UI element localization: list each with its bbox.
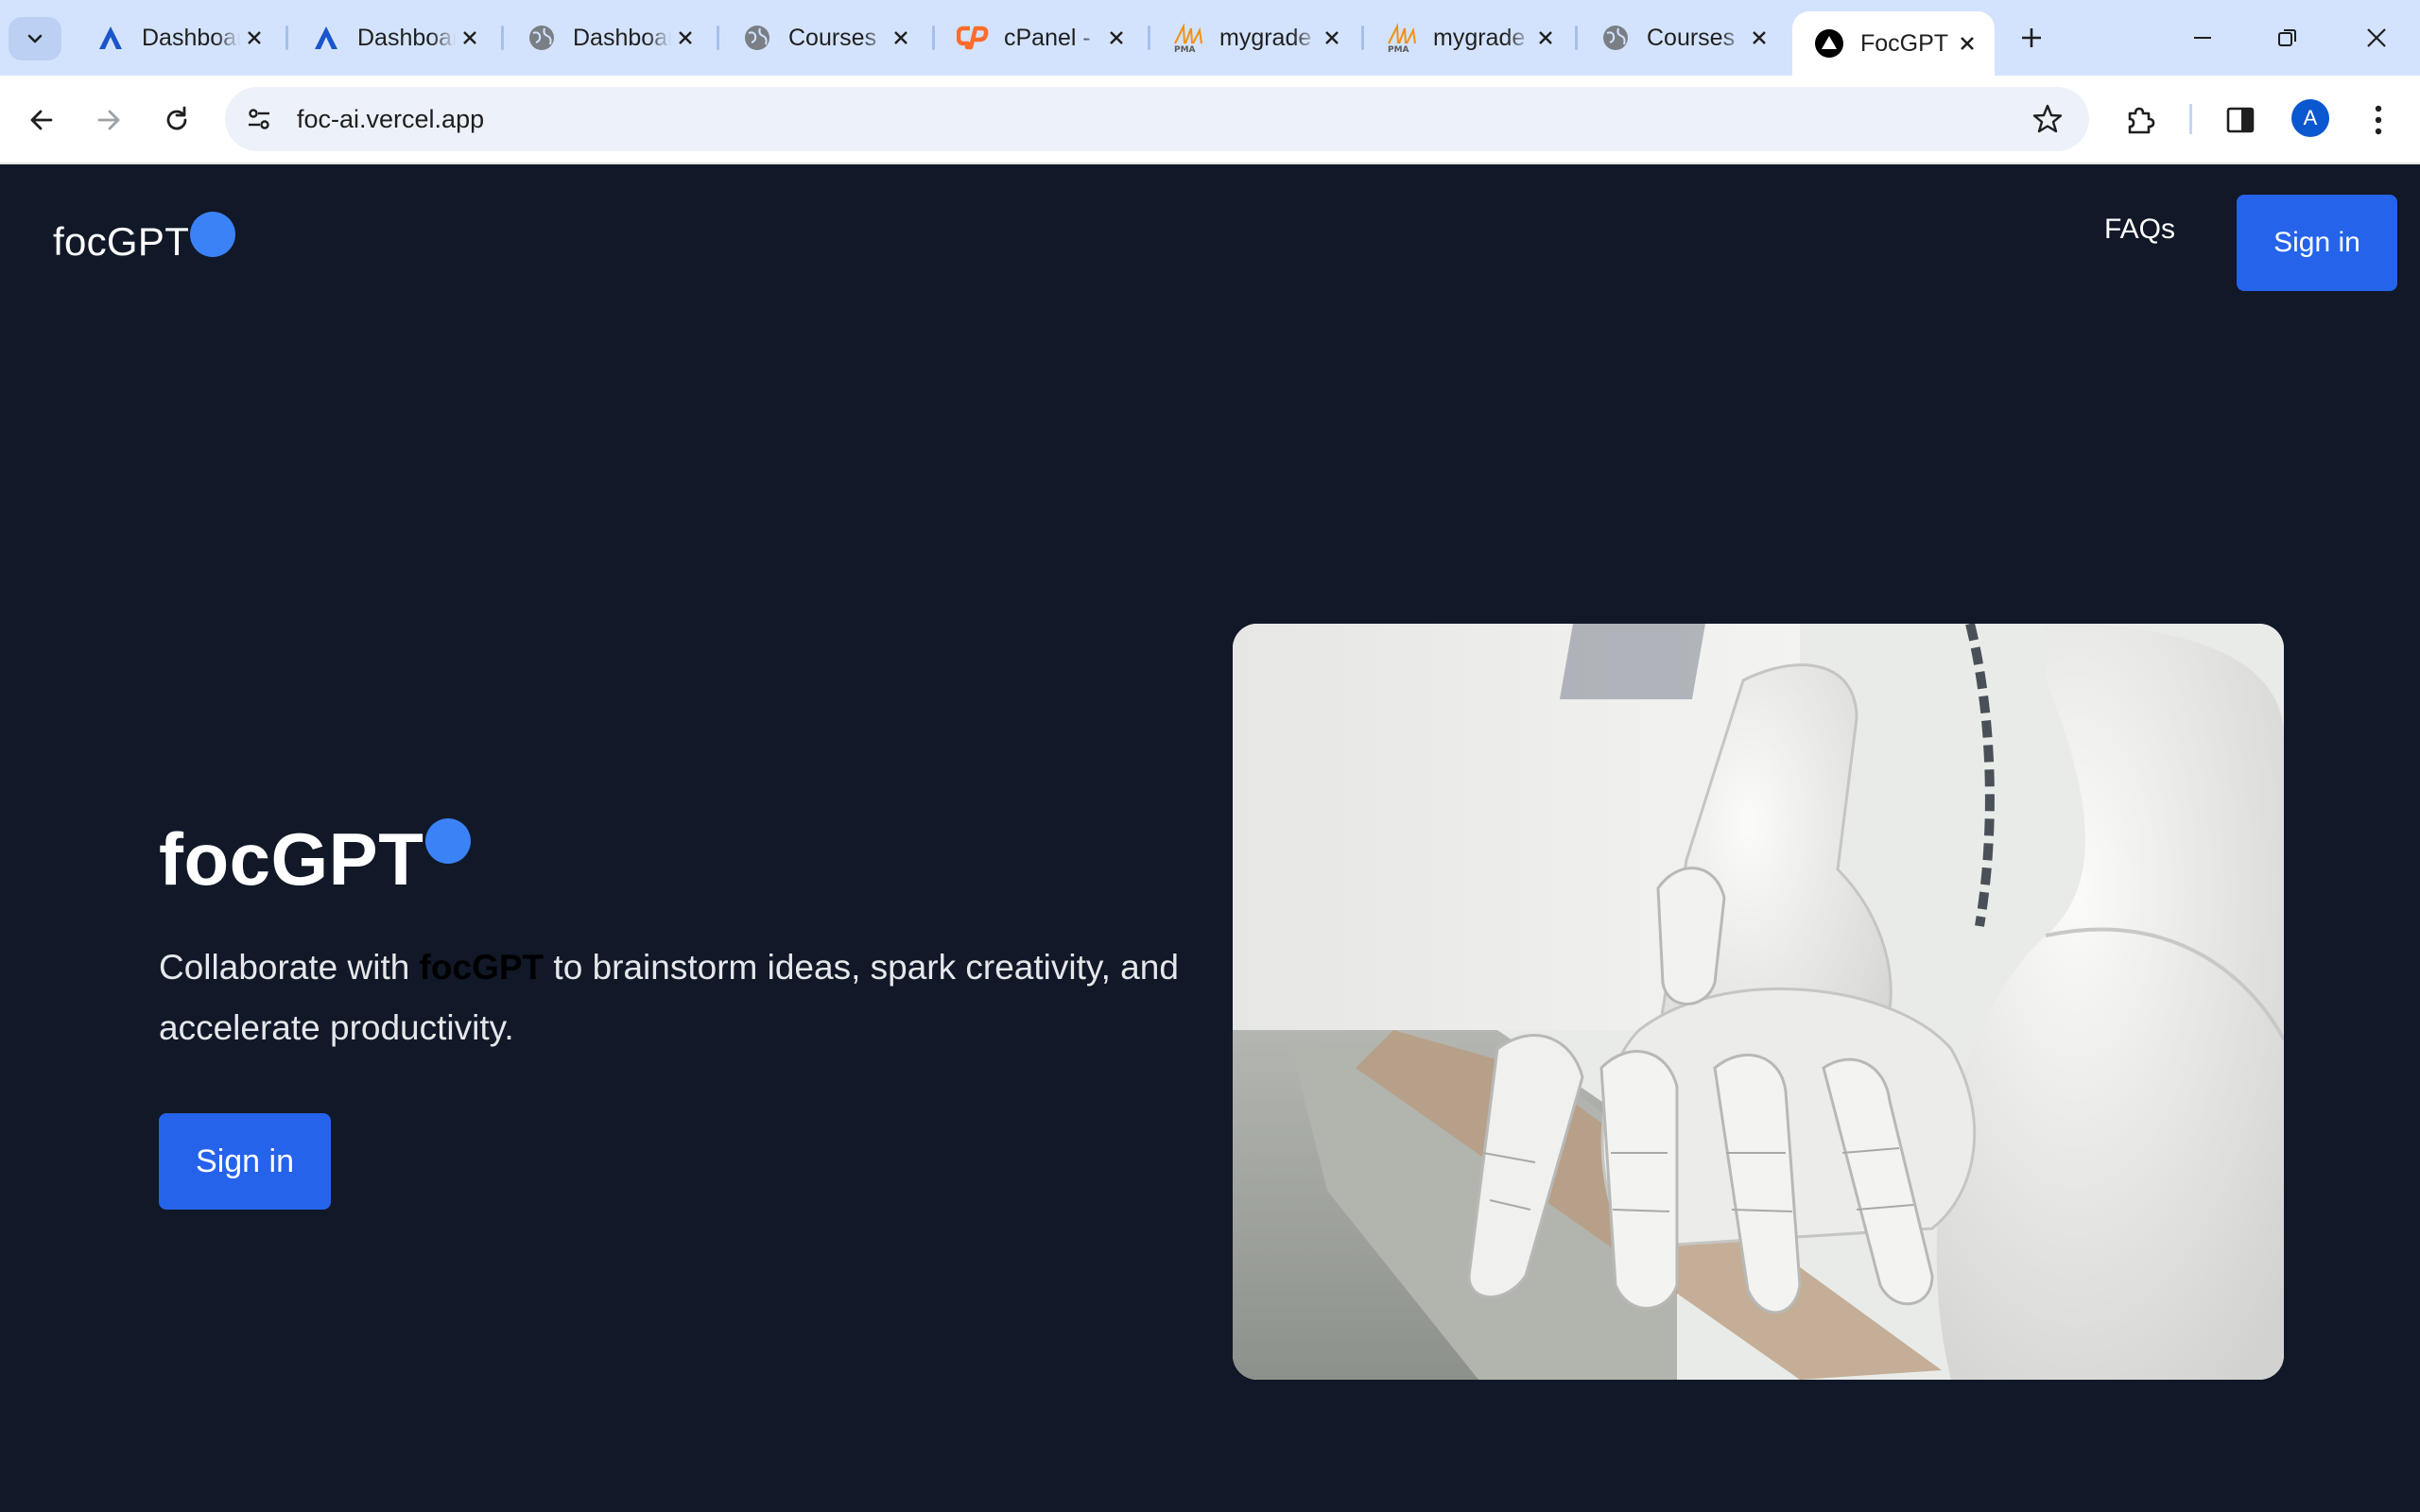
browser-tab[interactable]: Dashboard (289, 12, 497, 63)
tab-title: Dashboard (357, 24, 456, 51)
close-icon[interactable] (1318, 24, 1346, 52)
close-icon[interactable] (887, 24, 915, 52)
tab-title: Courses (1647, 24, 1736, 51)
browser-tab[interactable]: Dashboard (74, 12, 282, 63)
hero-title-text: focGPT (159, 817, 424, 901)
tab-divider (501, 26, 504, 50)
puzzle-icon (2128, 107, 2155, 134)
brand-name: focGPT (53, 219, 190, 264)
extensions-button[interactable] (2119, 99, 2161, 141)
close-icon (2367, 28, 2386, 47)
browser-tab[interactable]: PMA mygrade (1151, 12, 1359, 63)
robot-hand-image (1233, 624, 2284, 1380)
site-settings-icon[interactable] (242, 102, 276, 136)
tab-title: Courses (788, 24, 877, 51)
restore-icon (2278, 29, 2296, 46)
more-vertical-icon (2375, 105, 2382, 135)
brand-dot (190, 212, 236, 257)
pma-icon: PMA (1386, 22, 1418, 54)
side-panel-icon (2226, 107, 2255, 133)
tab-title: Dashboard (142, 24, 240, 51)
plus-icon (2022, 28, 2041, 47)
browser-toolbar: foc-ai.vercel.app A (0, 76, 2420, 164)
reload-icon (166, 106, 187, 130)
browser-tab[interactable]: cPanel - (936, 12, 1144, 63)
close-icon[interactable] (456, 24, 484, 52)
tab-title: mygrade (1433, 24, 1526, 51)
browser-tab[interactable]: Courses (1579, 12, 1787, 63)
hero-title-dot (425, 818, 472, 864)
side-panel-button[interactable] (2220, 99, 2261, 141)
hero-signin-button[interactable]: Sign in (159, 1113, 331, 1210)
address-bar[interactable]: foc-ai.vercel.app (225, 87, 2089, 151)
svg-text:PMA: PMA (1388, 45, 1409, 53)
arrow-left-icon (30, 110, 53, 130)
tab-title: FocGPT (1860, 29, 1949, 57)
arrow-right-icon (97, 110, 120, 130)
chevron-down-icon (27, 34, 43, 43)
header-signin-button[interactable]: Sign in (2237, 195, 2397, 291)
bookmark-star-icon[interactable] (2031, 102, 2065, 136)
new-tab-button[interactable] (2013, 19, 2050, 57)
globe-icon (741, 22, 773, 54)
browser-tab-bar: Dashboard Dashboard Dashboard Courses cP… (0, 0, 2420, 76)
reload-button[interactable] (156, 99, 198, 141)
close-icon[interactable] (1531, 24, 1560, 52)
close-icon[interactable] (1102, 24, 1131, 52)
close-icon[interactable] (1953, 29, 1981, 58)
close-icon[interactable] (1745, 24, 1773, 52)
tab-title: cPanel - (1004, 24, 1091, 51)
browser-tab[interactable]: Dashboard (505, 12, 713, 63)
hero-title: focGPT (159, 816, 472, 902)
hero-text-before: Collaborate with (159, 948, 420, 987)
pma-icon: PMA (1172, 22, 1204, 54)
minimize-icon (2194, 37, 2211, 39)
tab-title: mygrade (1219, 24, 1312, 51)
close-window-button[interactable] (2339, 9, 2414, 66)
arc-logo-icon (95, 22, 127, 54)
svg-text:PMA: PMA (1174, 45, 1196, 53)
profile-avatar[interactable]: A (2291, 99, 2329, 137)
browser-tab-active[interactable]: FocGPT (1792, 11, 1995, 76)
arc-logo-icon (310, 22, 342, 54)
minimize-button[interactable] (2165, 9, 2240, 66)
close-icon[interactable] (240, 24, 268, 52)
hero-description: Collaborate with focGPT to brainstorm id… (159, 937, 1180, 1058)
restore-button[interactable] (2250, 9, 2325, 66)
browser-menu-button[interactable] (2358, 99, 2399, 141)
page-content: focGPT FAQs Sign in focGPT Collaborate w… (0, 164, 2420, 1512)
nav-link-faqs[interactable]: FAQs (2104, 214, 2175, 246)
url-text: foc-ai.vercel.app (297, 105, 485, 133)
globe-icon (526, 22, 558, 54)
tab-search-button[interactable] (9, 17, 61, 60)
hero-text-highlight: focGPT (419, 948, 544, 987)
browser-tab[interactable]: Courses (720, 12, 928, 63)
toolbar-divider (2189, 104, 2192, 134)
forward-button[interactable] (88, 99, 130, 141)
browser-tab[interactable]: PMA mygrade (1365, 12, 1573, 63)
cpanel-icon (957, 22, 989, 54)
globe-icon (1599, 22, 1632, 54)
close-icon[interactable] (671, 24, 700, 52)
tab-title: Dashboard (573, 24, 671, 51)
tab-divider (932, 26, 935, 50)
tab-divider (1575, 26, 1578, 50)
tab-divider (285, 26, 288, 50)
tab-divider (717, 26, 719, 50)
tab-divider (1361, 26, 1364, 50)
vercel-icon (1813, 27, 1845, 60)
brand-logo[interactable]: focGPT (53, 212, 236, 265)
tab-divider (1148, 26, 1150, 50)
back-button[interactable] (21, 99, 62, 141)
